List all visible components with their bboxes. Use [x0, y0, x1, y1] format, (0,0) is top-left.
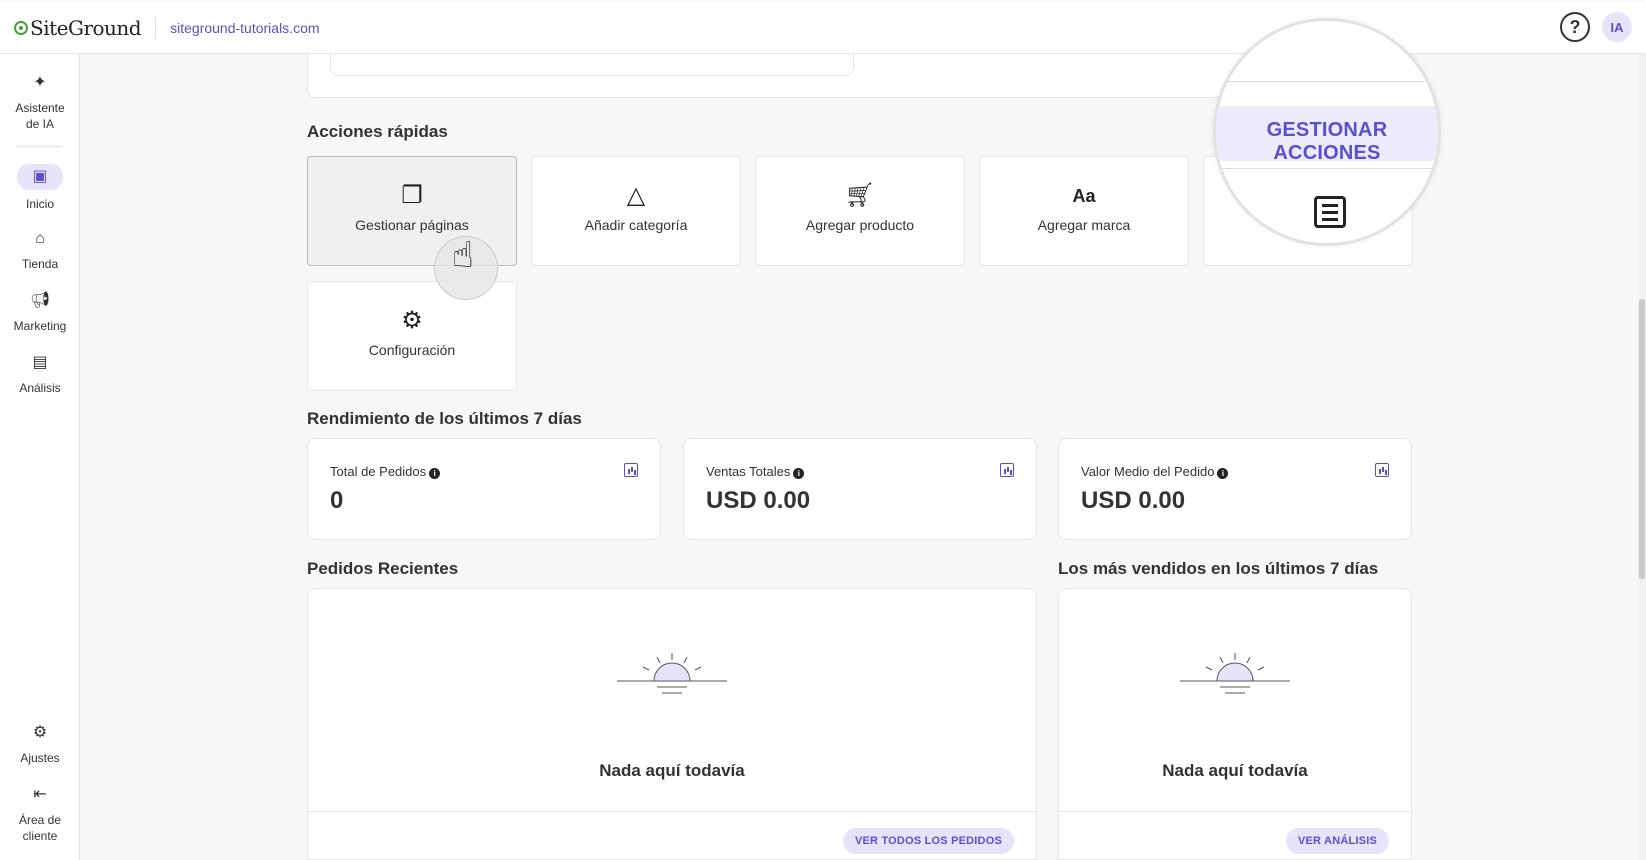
chart-icon[interactable] [1375, 463, 1389, 477]
info-icon[interactable]: i [793, 468, 805, 479]
gear-icon: ⚙ [401, 307, 423, 334]
quick-actions-title: Acciones rápidas [307, 122, 448, 141]
empty-sunrise-icon [1180, 653, 1290, 694]
header-divider [155, 16, 157, 39]
chart-icon[interactable] [1000, 463, 1014, 477]
quick-action-label: Agregar producto [805, 217, 915, 233]
sidebar-item-label: Tienda [21, 257, 59, 271]
best-sellers-title: Los más vendidos en los últimos 7 días [1058, 559, 1379, 578]
magnifier-divider [1216, 81, 1438, 82]
sidebar-item-label: Marketing [13, 319, 67, 333]
sidebar-item-label: Análisis [19, 381, 61, 395]
sidebar-item-label: Asistente de IA [15, 101, 65, 131]
quick-action-add-category[interactable]: △ Añadir categoría [531, 156, 741, 266]
chart-icon: ▤ [32, 354, 48, 371]
sidebar-item-marketing[interactable]: 📢︎ Marketing [0, 290, 80, 334]
best-sellers-card: Nada aquí todavía VER ANÁLISIS [1058, 588, 1412, 860]
info-icon[interactable]: i [429, 468, 441, 479]
sidebar-item-label: Inicio [25, 197, 54, 211]
sidebar-divider [16, 146, 62, 147]
stat-label-row: Valor Medio del Pedido i [1081, 464, 1229, 479]
quick-action-label: Gestionar páginas [355, 217, 469, 233]
sidebar-item-ai-assistant[interactable]: ✦ Asistente de IA [0, 72, 80, 132]
shapes-icon: △ [626, 182, 646, 209]
stat-label: Ventas Totales [706, 464, 791, 479]
card-footer: VER ANÁLISIS [1059, 811, 1411, 860]
sidebar-item-label: Ajustes [20, 751, 60, 765]
cart-add-icon: 🛒︎ [844, 182, 876, 209]
empty-state-text: Nada aquí todavía [1162, 761, 1308, 780]
previous-inner-box [330, 54, 854, 76]
logo-icon [14, 20, 28, 35]
siteground-logo[interactable]: SiteGround [14, 15, 142, 40]
sidebar-item-store[interactable]: ⌂ Tienda [0, 228, 80, 272]
sidebar-item-label: Área de cliente [18, 813, 62, 843]
dashboard-icon: ▣ [17, 164, 63, 190]
zoom-magnifier: GESTIONAR ACCIONES [1213, 18, 1441, 246]
stat-value: USD 0.00 [706, 487, 811, 514]
sidebar-item-settings[interactable]: ⚙ Ajustes [0, 722, 80, 766]
stat-value: USD 0.00 [1081, 487, 1186, 514]
megaphone-icon: 📢︎ [29, 292, 51, 309]
stat-label-row: Ventas Totales i [706, 464, 805, 479]
store-icon: ⌂ [35, 230, 45, 247]
stat-label: Total de Pedidos [330, 464, 427, 479]
quick-action-label: Agregar marca [1037, 217, 1131, 233]
scrollbar-thumb[interactable] [1639, 299, 1645, 579]
stat-label: Valor Medio del Pedido [1081, 464, 1215, 479]
view-all-orders-button[interactable]: VER TODOS LOS PEDIDOS [842, 828, 1014, 854]
sidebar-item-client-area[interactable]: ⇤ Área de cliente [0, 784, 80, 844]
recent-orders-title: Pedidos Recientes [307, 559, 459, 578]
quick-action-label: Configuración [368, 342, 456, 358]
sidebar-item-home[interactable]: ▣ Inicio [0, 164, 80, 212]
manage-actions-button[interactable]: GESTIONAR ACCIONES [1216, 119, 1438, 165]
view-analytics-button[interactable]: VER ANÁLISIS [1285, 828, 1389, 854]
chart-icon[interactable] [624, 463, 638, 477]
stat-card-total-orders: Total de Pedidos i 0 [307, 438, 661, 540]
site-domain-link[interactable]: siteground-tutorials.com [170, 20, 319, 36]
gear-icon: ⚙ [32, 724, 48, 741]
stat-value: 0 [330, 487, 344, 514]
font-icon: Aa [1072, 186, 1096, 206]
quick-action-settings[interactable]: ⚙ Configuración [307, 281, 517, 391]
page-scrollbar[interactable] [1638, 54, 1646, 860]
stat-label-row: Total de Pedidos i [330, 464, 441, 479]
stat-card-total-sales: Ventas Totales i USD 0.00 [683, 438, 1037, 540]
user-avatar[interactable]: IA [1602, 12, 1632, 42]
sidebar-item-analytics[interactable]: ▤ Análisis [0, 352, 80, 396]
quick-action-label: Añadir categoría [584, 217, 688, 233]
empty-sunrise-icon [617, 653, 727, 694]
logo-text: SiteGround [30, 15, 142, 40]
empty-state-text: Nada aquí todavía [599, 761, 745, 780]
hand-cursor-icon: ☝ [452, 234, 474, 275]
help-icon[interactable]: ? [1560, 12, 1590, 42]
performance-title: Rendimiento de los últimos 7 días [307, 409, 582, 428]
sidebar: ✦ Asistente de IA ▣ Inicio ⌂ Tienda 📢︎ M… [0, 54, 80, 860]
info-icon[interactable]: i [1217, 468, 1229, 479]
logout-icon: ⇤ [33, 786, 47, 803]
pages-icon: ❐ [401, 182, 423, 209]
magnifier-divider [1216, 168, 1438, 169]
quick-action-add-brand[interactable]: Aa Agregar marca [979, 156, 1189, 266]
quick-action-add-product[interactable]: 🛒︎ Agregar producto [755, 156, 965, 266]
sparkle-icon: ✦ [33, 74, 47, 91]
card-footer: VER TODOS LOS PEDIDOS [308, 811, 1036, 860]
stat-card-average-order: Valor Medio del Pedido i USD 0.00 [1058, 438, 1412, 540]
list-icon [1314, 196, 1346, 228]
recent-orders-card: Nada aquí todavía VER TODOS LOS PEDIDOS [307, 588, 1037, 860]
header-actions: ? IA [1560, 12, 1632, 42]
